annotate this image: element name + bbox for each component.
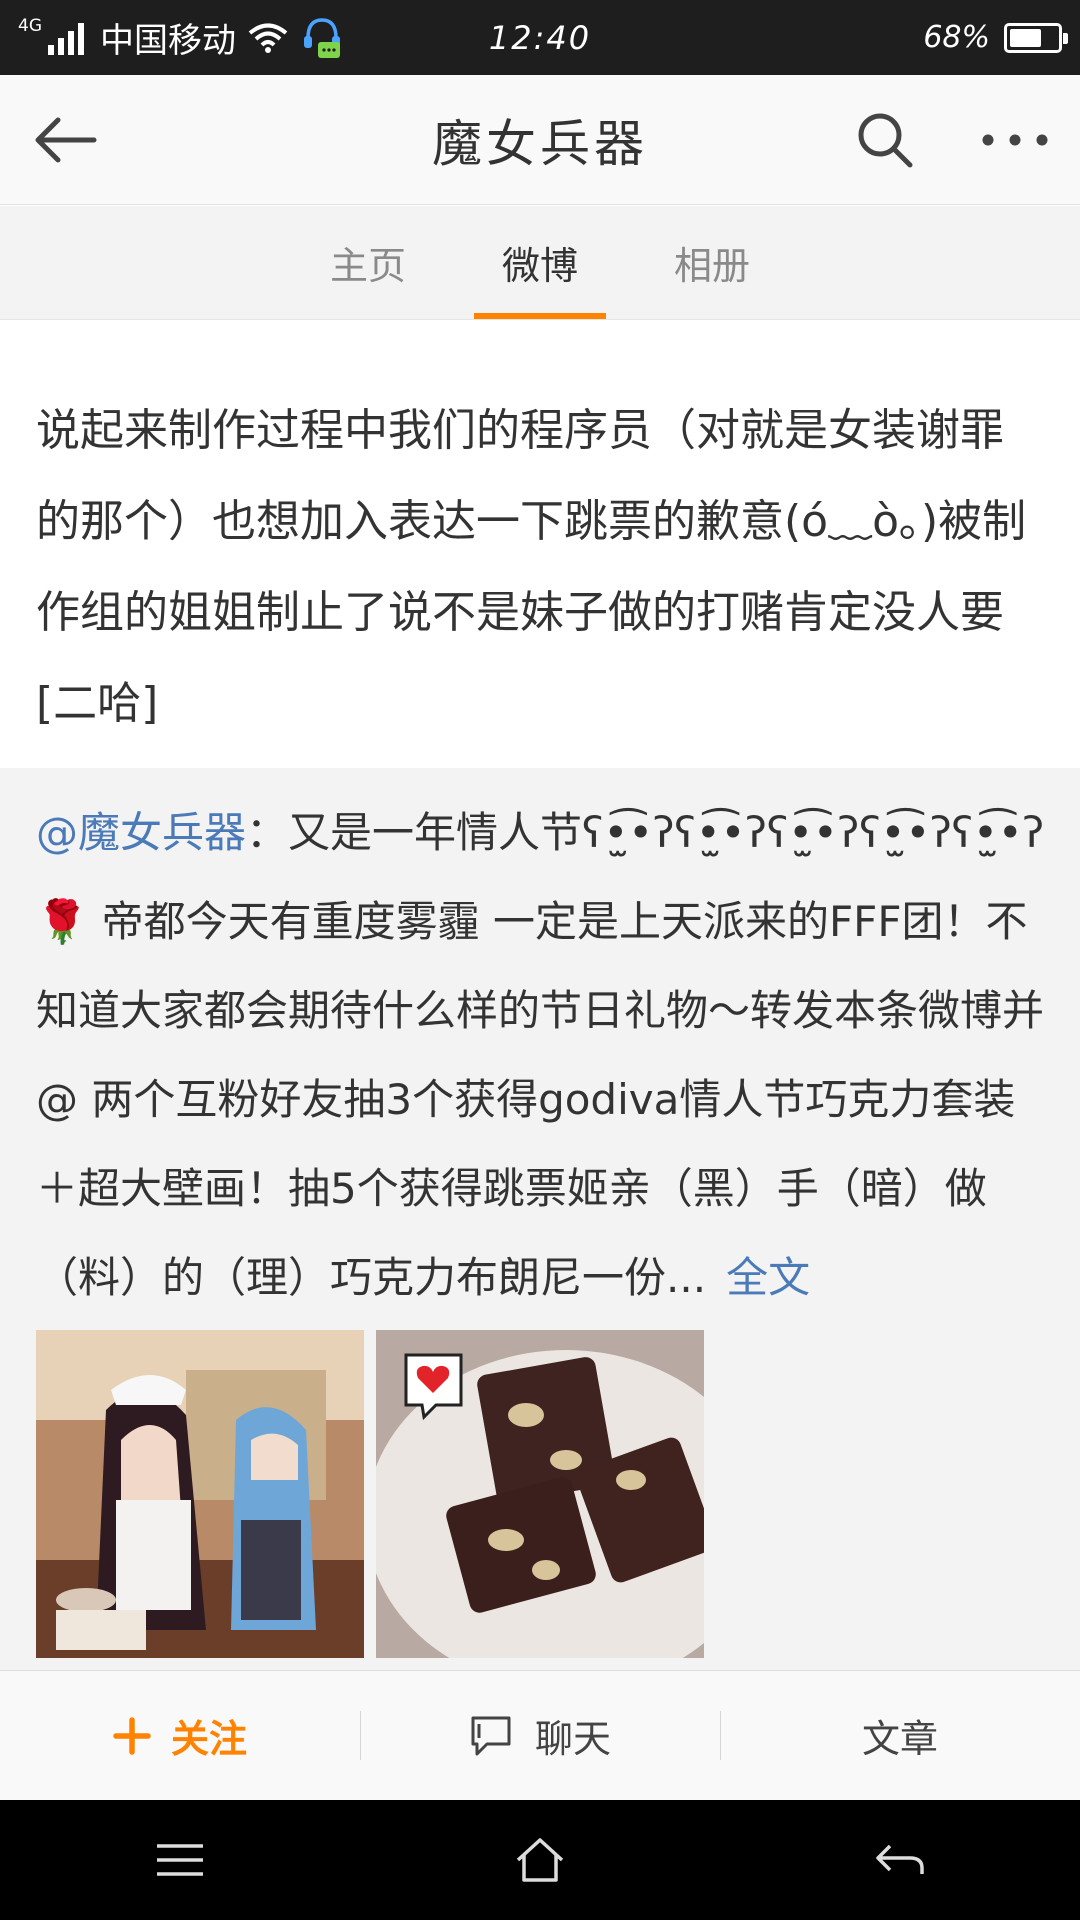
- tab-home[interactable]: 主页: [302, 206, 434, 319]
- repost-card[interactable]: @魔女兵器：又是一年情人节ʕ•̫͡•ʔʕ•̫͡•ʔʕ•̫͡•ʔʕ•̫͡•ʔʕ•̫…: [0, 768, 1080, 1670]
- more-button[interactable]: [950, 75, 1080, 205]
- network-type: 4G: [18, 15, 42, 36]
- menu-icon: [157, 1844, 203, 1876]
- action-bar: 关注 聊天 文章: [0, 1670, 1080, 1800]
- tab-weibo[interactable]: 微博: [474, 206, 606, 319]
- repost-image-2[interactable]: [376, 1330, 704, 1658]
- search-button[interactable]: [820, 75, 950, 205]
- more-icon: [982, 134, 1048, 145]
- tab-album[interactable]: 相册: [646, 206, 778, 319]
- articles-button[interactable]: 文章: [720, 1671, 1080, 1800]
- brownie-photo-image: [376, 1330, 704, 1658]
- battery-icon: [1004, 22, 1068, 53]
- home-icon: [516, 1838, 564, 1882]
- chat-button[interactable]: 聊天: [360, 1671, 720, 1800]
- status-bar: 4G 中国移动 12:40 68%: [0, 0, 1080, 75]
- search-icon: [858, 113, 913, 167]
- anime-kitchen-image: [36, 1330, 364, 1658]
- chat-bubble-icon: [471, 1716, 511, 1755]
- post-text: 说起来制作过程中我们的程序员（对就是女装谢罪的那个）也想加入表达一下跳票的歉意(…: [36, 405, 1027, 729]
- wifi-icon: [248, 23, 288, 53]
- mention-link[interactable]: @魔女兵器: [36, 808, 246, 857]
- repost-text: @魔女兵器：又是一年情人节ʕ•̫͡•ʔʕ•̫͡•ʔʕ•̫͡•ʔʕ•̫͡•ʔʕ•̫…: [36, 788, 1046, 1322]
- back-arrow-icon: [35, 117, 97, 162]
- back-button[interactable]: [0, 75, 130, 205]
- system-back-button[interactable]: [840, 1810, 960, 1910]
- carrier-name: 中国移动: [100, 21, 236, 61]
- repost-image-1[interactable]: [36, 1330, 364, 1658]
- plus-icon: [113, 1716, 151, 1755]
- home-button[interactable]: [480, 1810, 600, 1910]
- battery-percent: 68%: [923, 20, 990, 55]
- app-header: 魔女兵器: [0, 75, 1080, 205]
- signal-icon: [48, 21, 84, 55]
- return-icon: [876, 1844, 924, 1874]
- profile-tabs: 主页 微博 相册: [0, 206, 1080, 320]
- follow-button[interactable]: 关注: [0, 1671, 360, 1800]
- full-text-link[interactable]: 全文: [726, 1253, 810, 1302]
- menu-button[interactable]: [120, 1810, 240, 1910]
- system-nav-bar: [0, 1800, 1080, 1920]
- notification-headset-icon: [304, 17, 340, 58]
- repost-body: ：又是一年情人节ʕ•̫͡•ʔʕ•̫͡•ʔʕ•̫͡•ʔʕ•̫͡•ʔʕ•̫͡•ʔ🌹 …: [36, 808, 1045, 1302]
